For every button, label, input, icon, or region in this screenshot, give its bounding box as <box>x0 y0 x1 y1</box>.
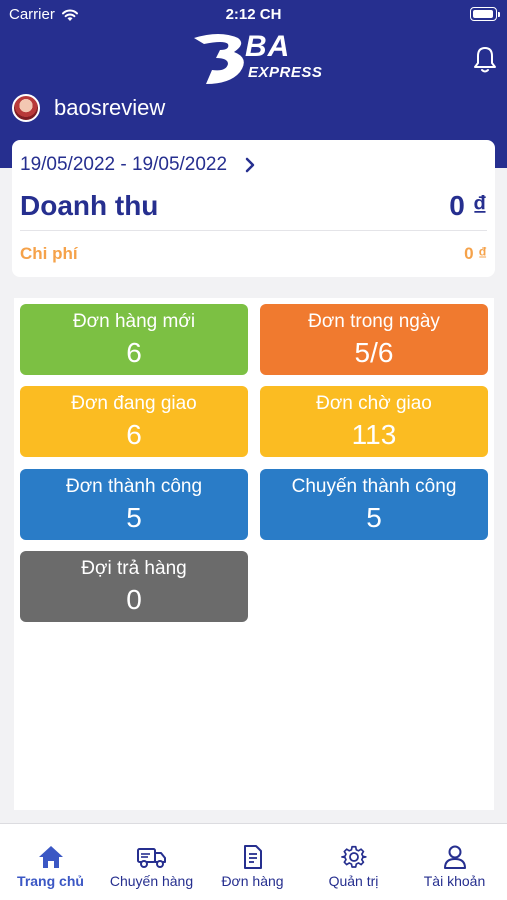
stat-tile-successful-trips[interactable]: Chuyến thành công 5 <box>260 469 488 540</box>
revenue-value: 0 ₫ <box>449 190 487 221</box>
stat-label: Đơn chờ giao <box>316 393 432 414</box>
revenue-label: Doanh thu <box>20 190 159 221</box>
logo-text: BA <box>245 30 291 63</box>
tab-home[interactable]: Trang chủ <box>0 824 101 900</box>
stat-label: Đợi trả hàng <box>81 558 187 579</box>
stat-tile-awaiting-return[interactable]: Đợi trả hàng 0 <box>20 551 248 622</box>
tab-admin[interactable]: Quản trị <box>303 824 404 900</box>
document-icon <box>243 845 262 869</box>
revenue-card: 19/05/2022 - 19/05/2022 Doanh thu 0 ₫ Ch… <box>12 140 495 277</box>
tab-orders[interactable]: Đơn hàng <box>202 824 303 900</box>
stat-tile-awaiting-delivery[interactable]: Đơn chờ giao 113 <box>260 386 488 457</box>
stat-label: Đơn hàng mới <box>72 311 196 332</box>
status-time: 2:12 CH <box>225 6 282 23</box>
stat-tile-successful-orders[interactable]: Đơn thành công 5 <box>20 469 248 540</box>
cost-label: Chi phí <box>20 244 78 263</box>
status-bar: Carrier 2:12 CH <box>0 0 507 28</box>
tab-label: Quản trị <box>328 873 379 889</box>
user-icon <box>443 845 466 869</box>
tab-trips[interactable]: Chuyến hàng <box>101 824 202 900</box>
stat-label: Đơn trong ngày <box>308 311 440 332</box>
stat-value: 6 <box>126 337 142 368</box>
date-range-text: 19/05/2022 - 19/05/2022 <box>20 154 228 175</box>
gear-icon <box>340 845 367 868</box>
ba-express-logo: BA EXPRESS <box>190 30 323 86</box>
notification-button[interactable] <box>471 44 499 74</box>
logo-subtext: EXPRESS <box>248 64 323 81</box>
bottom-tab-bar: Trang chủ Chuyến hàng Đơn hàng Quản trị … <box>0 823 507 900</box>
chevron-right-icon <box>245 157 255 173</box>
stat-tile-delivering[interactable]: Đơn đang giao 6 <box>20 386 248 457</box>
stat-label: Đơn thành công <box>65 476 203 497</box>
user-profile[interactable]: baosreview <box>12 94 165 122</box>
tab-account[interactable]: Tài khoản <box>404 824 505 900</box>
truck-icon <box>136 848 166 868</box>
stat-value: 0 <box>126 584 142 615</box>
tab-label: Trang chủ <box>17 873 84 889</box>
tab-label: Chuyến hàng <box>109 873 194 889</box>
battery-icon <box>470 7 500 21</box>
stat-value: 113 <box>351 419 397 450</box>
stat-value: 5 <box>366 502 382 533</box>
stat-value: 5 <box>126 502 142 533</box>
logo-mark-icon <box>194 34 244 84</box>
date-range-selector[interactable]: 19/05/2022 - 19/05/2022 <box>20 154 255 176</box>
stat-label: Chuyến thành công <box>291 476 457 497</box>
avatar <box>12 94 40 122</box>
stat-label: Đơn đang giao <box>71 393 197 414</box>
stat-value: 6 <box>126 419 142 450</box>
cost-value: 0 ₫ <box>464 244 487 263</box>
bell-icon <box>474 47 496 73</box>
home-icon <box>38 846 63 868</box>
stat-value: 5/6 <box>354 337 394 368</box>
app-root: Carrier 2:12 CH BA EXPRESS baosreview 19… <box>0 0 507 900</box>
stat-tile-new-orders[interactable]: Đơn hàng mới 6 <box>20 304 248 375</box>
stats-panel: Đơn hàng mới 6 Đơn trong ngày 5/6 Đơn đa… <box>14 298 494 810</box>
tab-label: Tài khoản <box>423 873 486 889</box>
divider <box>20 230 487 231</box>
stat-tile-today-orders[interactable]: Đơn trong ngày 5/6 <box>260 304 488 375</box>
battery-level <box>473 10 493 18</box>
username: baosreview <box>54 95 166 120</box>
tab-label: Đơn hàng <box>221 873 284 889</box>
